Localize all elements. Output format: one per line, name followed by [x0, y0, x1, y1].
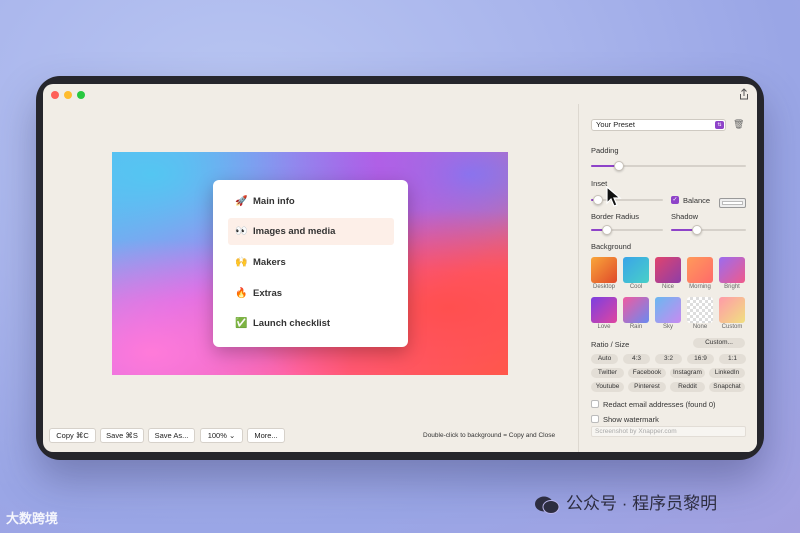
background-swatch[interactable]: [591, 297, 617, 323]
background-option-sky[interactable]: Sky: [655, 297, 681, 330]
slider-handle[interactable]: [602, 225, 612, 235]
ratio-option-1-1[interactable]: 1:1: [719, 354, 746, 364]
eyes-icon: 👀: [235, 226, 248, 237]
border-radius-label: Border Radius: [591, 212, 639, 221]
chevron-updown-icon: ⇅: [715, 121, 724, 129]
ratio-option-16-9[interactable]: 16:9: [687, 354, 714, 364]
background-option-love[interactable]: Love: [591, 297, 617, 330]
shadow-slider[interactable]: [671, 225, 746, 235]
redact-checkbox[interactable]: [591, 400, 599, 408]
menu-item-images-media: 👀 Images and media: [228, 218, 394, 245]
menu-item-extras: 🔥 Extras: [228, 280, 394, 307]
menu-item-makers: 🙌 Makers: [228, 249, 394, 276]
inset-label: Inset: [591, 179, 608, 188]
settings-sidebar: Your Preset ⇅ 🗑 Padding Inset ✓ Balance …: [578, 104, 757, 452]
background-swatch[interactable]: [719, 257, 745, 283]
background-option-none[interactable]: None: [687, 297, 713, 330]
preset-select[interactable]: Your Preset ⇅: [591, 119, 726, 131]
zoom-button[interactable]: [77, 91, 85, 99]
background-label: Background: [591, 242, 632, 251]
slider-handle[interactable]: [593, 195, 603, 205]
platform-option-linkedin[interactable]: LinkedIn: [709, 368, 745, 378]
platform-option-youtube[interactable]: Youtube: [591, 382, 624, 392]
watermark-input[interactable]: Screenshot by Xnapper.com: [591, 426, 746, 437]
hint-text: Double-click to background = Copy and Cl…: [423, 432, 556, 439]
mouse-cursor-icon: [606, 186, 622, 207]
background-option-bright[interactable]: Bright: [719, 257, 745, 290]
padding-slider[interactable]: [591, 161, 746, 171]
menu-card: 🚀 Main info 👀 Images and media 🙌 Makers 🔥 Ex…: [213, 180, 408, 347]
platform-option-snapchat[interactable]: Snapchat: [709, 382, 745, 392]
background-swatch[interactable]: [623, 297, 649, 323]
balance-checkbox[interactable]: ✓: [671, 196, 679, 204]
background-swatch[interactable]: [655, 297, 681, 323]
platform-option-twitter[interactable]: Twitter: [591, 368, 624, 378]
background-option-label: Morning: [689, 284, 711, 290]
trash-icon[interactable]: 🗑: [733, 119, 744, 130]
background-option-rain[interactable]: Rain: [623, 297, 649, 330]
save-button[interactable]: Save ⌘S: [100, 428, 144, 443]
ratio-option-3-2[interactable]: 3:2: [655, 354, 682, 364]
save-as-button[interactable]: Save As...: [148, 428, 195, 443]
background-option-desktop[interactable]: Desktop: [591, 257, 617, 290]
ratio-option-4-3[interactable]: 4:3: [623, 354, 650, 364]
background-swatch[interactable]: [591, 257, 617, 283]
background-option-label: Cool: [629, 284, 643, 290]
background-option-label: Nice: [661, 284, 674, 290]
brand-watermark: 大数跨境: [6, 511, 59, 526]
wechat-watermark: 公众号 · 程序员黎明: [534, 489, 717, 515]
custom-size-button[interactable]: Custom...: [693, 338, 745, 348]
background-option-label: Bright: [724, 284, 740, 290]
fire-icon: 🔥: [235, 288, 248, 299]
background-option-label: Rain: [629, 324, 643, 330]
window-controls: [51, 91, 85, 99]
rocket-icon: 🚀: [235, 196, 248, 207]
copy-button[interactable]: Copy ⌘C: [49, 428, 96, 443]
slider-handle[interactable]: [614, 161, 624, 171]
platform-option-pinterest[interactable]: Pinterest: [628, 382, 666, 392]
menu-item-launch-checklist: ✅ Launch checklist: [228, 310, 394, 337]
background-option-morning[interactable]: Morning: [687, 257, 713, 290]
platform-option-instagram[interactable]: Instagram: [670, 368, 705, 378]
watermark-label: Show watermark: [603, 415, 659, 424]
menu-item-main-info: 🚀 Main info: [228, 188, 394, 215]
background-option-label: None: [692, 324, 708, 330]
wechat-icon: [535, 496, 560, 514]
background-swatch[interactable]: [687, 297, 713, 323]
background-option-label: Custom: [721, 324, 743, 330]
check-mark-icon: ✅: [235, 318, 248, 329]
ratio-size-label: Ratio / Size: [591, 340, 630, 349]
background-swatch[interactable]: [687, 257, 713, 283]
screenshot-canvas[interactable]: 🚀 Main info 👀 Images and media 🙌 Makers 🔥 Ex…: [112, 152, 508, 375]
background-option-nice[interactable]: Nice: [655, 257, 681, 290]
background-option-label: Sky: [662, 324, 673, 330]
platform-option-reddit[interactable]: Reddit: [670, 382, 705, 392]
background-swatch[interactable]: [623, 257, 649, 283]
ratio-option-auto[interactable]: Auto: [591, 354, 618, 364]
background-option-label: Desktop: [592, 284, 615, 290]
slider-handle[interactable]: [692, 225, 702, 235]
background-swatch[interactable]: [719, 297, 745, 323]
inset-slider[interactable]: [591, 195, 663, 205]
platform-option-facebook[interactable]: Facebook: [628, 368, 666, 378]
chevron-down-icon: ⌄: [228, 431, 236, 440]
inset-color-well[interactable]: [719, 198, 746, 208]
redact-label: Redact email addresses (found 0): [603, 400, 716, 409]
minimize-button[interactable]: [64, 91, 72, 99]
border-radius-slider[interactable]: [591, 225, 663, 235]
raised-hands-icon: 🙌: [235, 257, 248, 268]
background-option-custom[interactable]: Custom: [719, 297, 745, 330]
close-button[interactable]: [51, 91, 59, 99]
watermark-checkbox[interactable]: [591, 415, 599, 423]
balance-label: Balance: [683, 196, 711, 205]
app-window: 🚀 Main info 👀 Images and media 🙌 Makers 🔥 Ex…: [43, 84, 757, 452]
background-swatch[interactable]: [655, 257, 681, 283]
padding-label: Padding: [591, 146, 619, 155]
shadow-label: Shadow: [671, 212, 699, 221]
background-option-cool[interactable]: Cool: [623, 257, 649, 290]
more-button[interactable]: More...: [247, 428, 285, 443]
zoom-dropdown[interactable]: 100% ⌄: [200, 428, 243, 443]
background-option-label: Love: [597, 324, 611, 330]
share-icon[interactable]: [739, 88, 751, 102]
